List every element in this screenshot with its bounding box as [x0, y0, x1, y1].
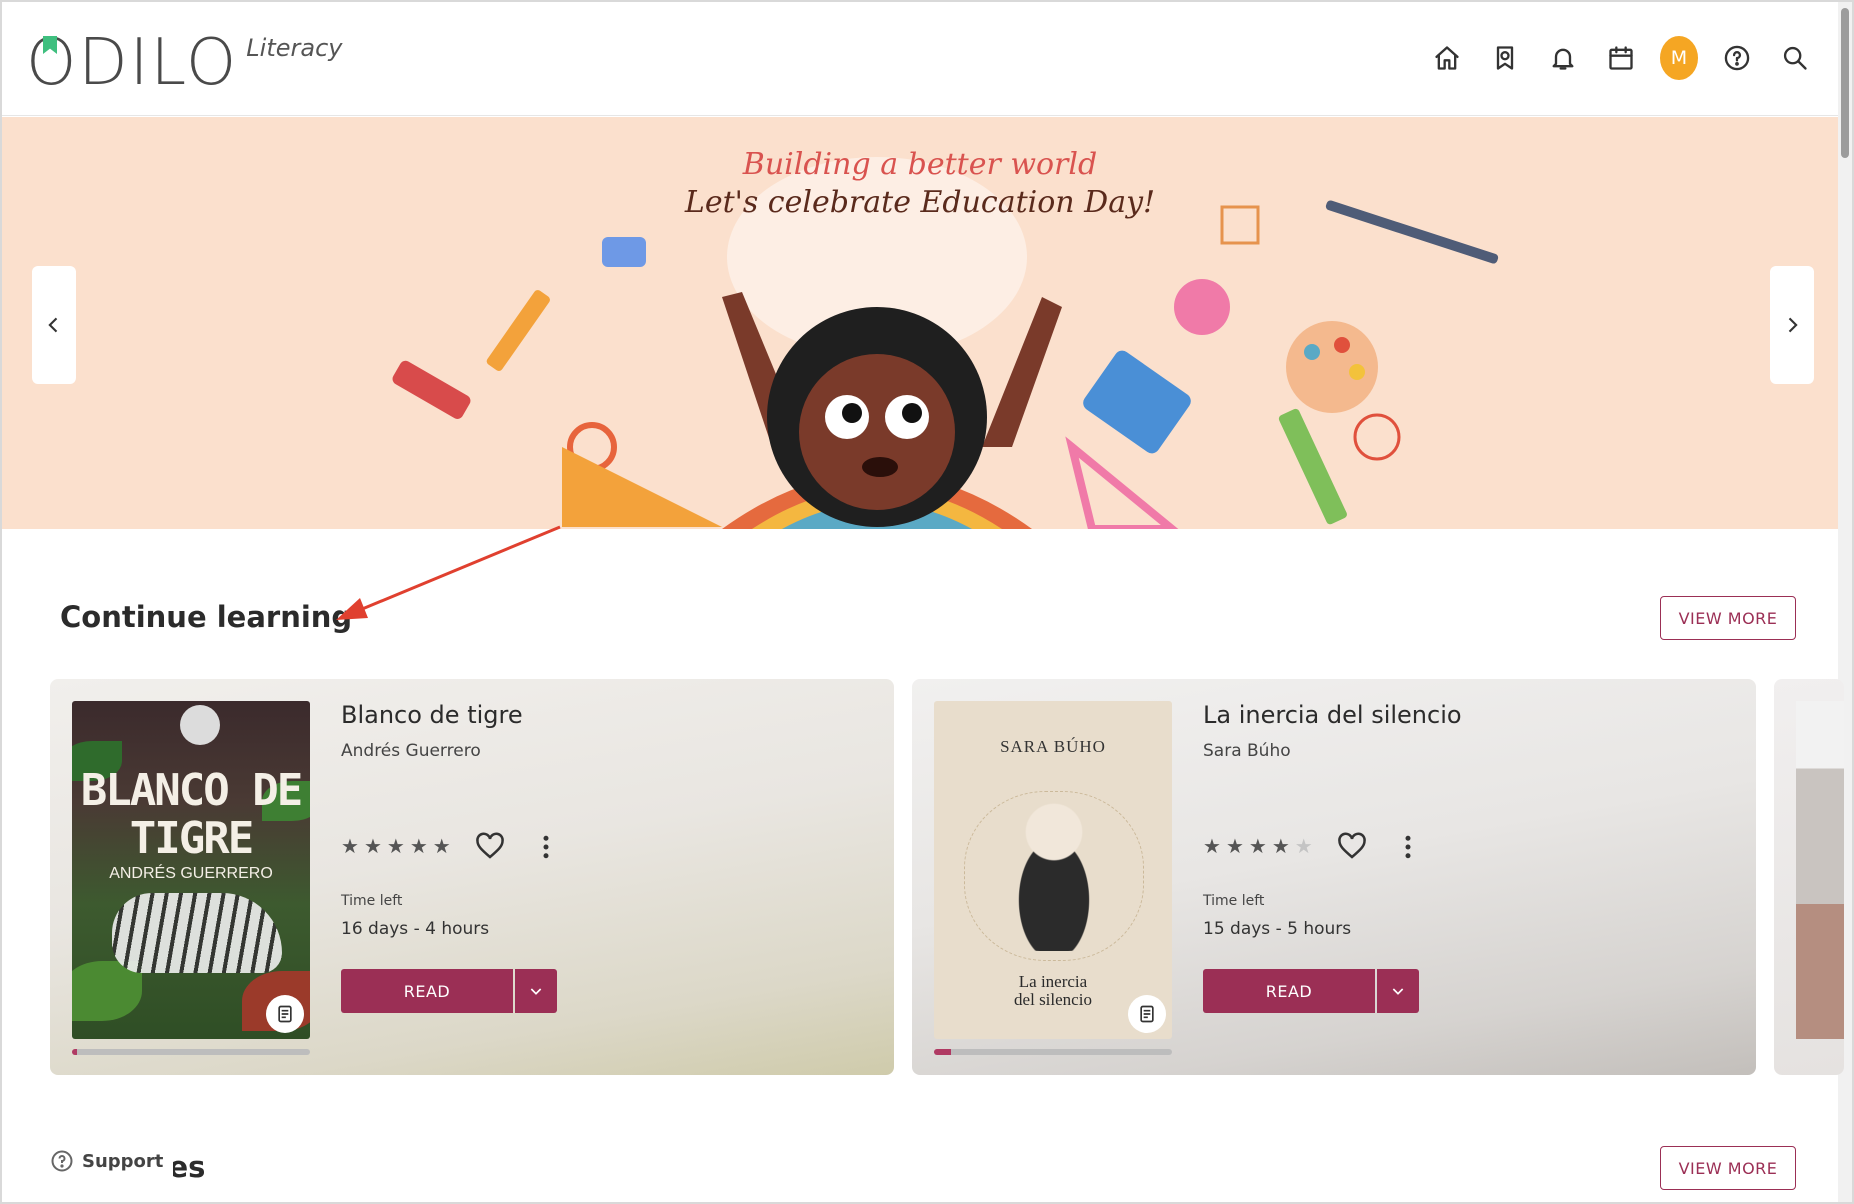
- section-title-continue-learning: Continue learning: [60, 600, 353, 634]
- carousel-next-button[interactable]: [1770, 266, 1814, 384]
- book-title[interactable]: La inercia del silencio: [1203, 701, 1462, 729]
- book-title[interactable]: Blanco de tigre: [341, 701, 523, 729]
- avatar: M: [1660, 36, 1698, 80]
- rating-stars[interactable]: ★ ★ ★ ★ ★: [341, 834, 451, 858]
- calendar-icon[interactable]: [1602, 39, 1640, 77]
- star-icon[interactable]: ★: [1272, 834, 1290, 858]
- ebook-format-badge: [1128, 995, 1166, 1033]
- read-options-dropdown[interactable]: [515, 969, 557, 1013]
- time-left-value: 15 days - 5 hours: [1203, 919, 1352, 939]
- book-card[interactable]: BLANCO DE TIGRE ANDRÉS GUERRERO Blanco d…: [50, 679, 894, 1075]
- reading-progress-bar: [72, 1049, 310, 1055]
- reading-progress-fill: [72, 1049, 77, 1055]
- star-icon[interactable]: ★: [364, 834, 382, 858]
- view-more-button[interactable]: VIEW MORE: [1660, 1146, 1796, 1190]
- book-cover[interactable]: BLANCO DE TIGRE ANDRÉS GUERRERO: [72, 701, 310, 1039]
- cover-tiger: [112, 893, 282, 973]
- rating-stars[interactable]: ★ ★ ★ ★ ★: [1203, 834, 1313, 858]
- star-icon[interactable]: ★: [410, 834, 428, 858]
- book-cover[interactable]: SARA BÚHO La inercia del silencio: [934, 701, 1172, 1039]
- time-left-label: Time left: [1203, 893, 1265, 909]
- chevron-left-icon: [48, 317, 58, 333]
- search-icon[interactable]: [1776, 39, 1814, 77]
- carousel-prev-button[interactable]: [32, 266, 76, 384]
- banner-headline-2: Let's celebrate Education Day!: [684, 185, 1156, 220]
- banner-headline-1: Building a better world: [742, 147, 1098, 182]
- time-left-label: Time left: [341, 893, 403, 909]
- time-left-value: 16 days - 4 hours: [341, 919, 490, 939]
- star-icon[interactable]: ★: [1226, 834, 1244, 858]
- odilo-logo[interactable]: ODILO Literacy: [26, 26, 343, 100]
- book-card[interactable]: SARA BÚHO La inercia del silencio La ine…: [912, 679, 1756, 1075]
- chevron-down-icon: [1392, 988, 1404, 995]
- bell-icon[interactable]: [1544, 39, 1582, 77]
- hero-banner[interactable]: Building a better world Let's celebrate …: [2, 117, 1838, 529]
- cover-title: BLANCO DE TIGRE: [80, 765, 303, 864]
- cover-portrait: [984, 781, 1124, 951]
- cover-moon: [180, 705, 220, 745]
- read-button[interactable]: READ: [341, 969, 513, 1013]
- ebook-format-badge: [266, 995, 304, 1033]
- support-button[interactable]: Support: [44, 1140, 174, 1182]
- star-icon[interactable]: ★: [1203, 834, 1221, 858]
- book-card-partial[interactable]: [1774, 679, 1844, 1075]
- cover-author: SARA BÚHO: [1000, 737, 1106, 756]
- favorite-heart-icon[interactable]: [1337, 832, 1367, 862]
- bookmark-icon[interactable]: [1486, 39, 1524, 77]
- read-button[interactable]: READ: [1203, 969, 1375, 1013]
- cover-author: ANDRÉS GUERRERO: [109, 865, 273, 882]
- view-more-button[interactable]: VIEW MORE: [1660, 596, 1796, 640]
- logo-subtitle: Literacy: [246, 34, 343, 62]
- logo-word: ODILO: [26, 26, 239, 100]
- chevron-right-icon: [1788, 317, 1798, 333]
- document-icon: [1140, 1005, 1154, 1023]
- favorite-heart-icon[interactable]: [475, 832, 505, 862]
- reading-progress-fill: [934, 1049, 951, 1055]
- home-icon[interactable]: [1428, 39, 1466, 77]
- support-label: Support: [82, 1150, 164, 1172]
- more-options-icon[interactable]: [1393, 832, 1423, 862]
- top-header: ODILO Literacy M: [2, 2, 1838, 116]
- help-circle-icon: [51, 1150, 73, 1172]
- reading-progress-bar: [934, 1049, 1172, 1055]
- help-icon[interactable]: [1718, 39, 1756, 77]
- document-icon: [278, 1005, 292, 1023]
- star-icon[interactable]: ★: [387, 834, 405, 858]
- scrollbar-thumb[interactable]: [1841, 8, 1849, 158]
- star-icon[interactable]: ★: [433, 834, 451, 858]
- book-author[interactable]: Andrés Guerrero: [341, 741, 481, 761]
- avatar-button[interactable]: M: [1660, 36, 1698, 80]
- star-icon[interactable]: ★: [1295, 834, 1313, 858]
- book-cover-partial[interactable]: [1796, 701, 1844, 1039]
- star-icon[interactable]: ★: [1249, 834, 1267, 858]
- chevron-down-icon: [530, 988, 542, 995]
- more-options-icon[interactable]: [531, 832, 561, 862]
- star-icon[interactable]: ★: [341, 834, 359, 858]
- header-nav: M: [1428, 36, 1814, 80]
- cover-title-line-1: La inercia: [1018, 972, 1088, 991]
- read-options-dropdown[interactable]: [1377, 969, 1419, 1013]
- book-author[interactable]: Sara Búho: [1203, 741, 1291, 761]
